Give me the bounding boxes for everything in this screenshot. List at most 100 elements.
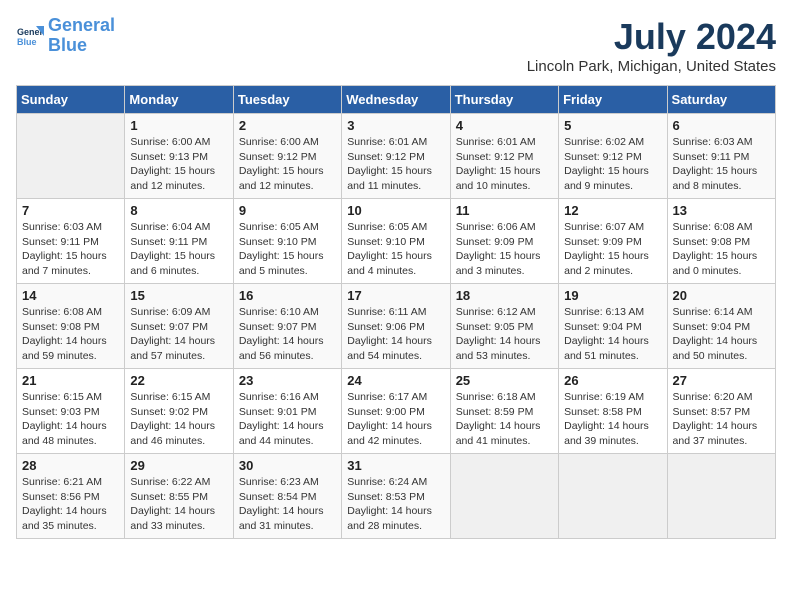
calendar-cell: [667, 454, 775, 539]
calendar-cell: 9 Sunrise: 6:05 AM Sunset: 9:10 PM Daylig…: [233, 199, 341, 284]
day-info: Sunrise: 6:01 AM Sunset: 9:12 PM Dayligh…: [456, 135, 553, 194]
calendar-cell: 6Sunrise: 6:03 AM Sunset: 9:11 PM Daylig…: [667, 114, 775, 199]
calendar-cell: 24Sunrise: 6:17 AM Sunset: 9:00 PM Dayli…: [342, 369, 450, 454]
calendar-cell: 31 Sunrise: 6:24 AM Sunset: 8:53 PM Dayli…: [342, 454, 450, 539]
month-title: July 2024: [527, 16, 776, 58]
page-header: General Blue GeneralBlue July 2024 Linco…: [16, 16, 776, 75]
day-number: 27: [673, 373, 770, 388]
day-info: Sunrise: 6:14 AM Sunset: 9:04 PM Dayligh…: [673, 305, 770, 364]
day-number: 5: [564, 118, 661, 133]
day-info: Sunrise: 6:12 AM Sunset: 9:05 PM Dayligh…: [456, 305, 553, 364]
day-info: Sunrise: 6:18 AM Sunset: 8:59 PM Dayligh…: [456, 390, 553, 449]
calendar-cell: [450, 454, 558, 539]
day-info: Sunrise: 6:09 AM Sunset: 9:07 PM Dayligh…: [130, 305, 227, 364]
day-number: 17: [347, 288, 444, 303]
calendar-table: SundayMondayTuesdayWednesdayThursdayFrid…: [16, 85, 776, 539]
calendar-cell: 21Sunrise: 6:15 AM Sunset: 9:03 PM Dayli…: [17, 369, 125, 454]
day-number: 31: [347, 458, 444, 473]
calendar-cell: 19 Sunrise: 6:13 AM Sunset: 9:04 PM Dayli…: [559, 284, 667, 369]
day-info: Sunrise: 6:05 AM Sunset: 9:10 PM Dayligh…: [239, 220, 336, 279]
day-info: Sunrise: 6:01 AM Sunset: 9:12 PM Dayligh…: [347, 135, 444, 194]
calendar-cell: 7 Sunrise: 6:03 AM Sunset: 9:11 PM Daylig…: [17, 199, 125, 284]
calendar-cell: 26 Sunrise: 6:19 AM Sunset: 8:58 PM Dayli…: [559, 369, 667, 454]
logo: General Blue GeneralBlue: [16, 16, 115, 56]
calendar-cell: 10 Sunrise: 6:05 AM Sunset: 9:10 PM Dayli…: [342, 199, 450, 284]
day-info: Sunrise: 6:19 AM Sunset: 8:58 PM Dayligh…: [564, 390, 661, 449]
day-info: Sunrise: 6:03 AM Sunset: 9:11 PM Dayligh…: [22, 220, 119, 279]
header-day-friday: Friday: [559, 86, 667, 114]
day-info: Sunrise: 6:22 AM Sunset: 8:55 PM Dayligh…: [130, 475, 227, 534]
day-info: Sunrise: 6:05 AM Sunset: 9:10 PM Dayligh…: [347, 220, 444, 279]
day-number: 8: [130, 203, 227, 218]
day-info: Sunrise: 6:17 AM Sunset: 9:00 PM Dayligh…: [347, 390, 444, 449]
day-number: 30: [239, 458, 336, 473]
calendar-cell: 2 Sunrise: 6:00 AM Sunset: 9:12 PM Daylig…: [233, 114, 341, 199]
day-number: 1: [130, 118, 227, 133]
day-info: Sunrise: 6:20 AM Sunset: 8:57 PM Dayligh…: [673, 390, 770, 449]
day-number: 28: [22, 458, 119, 473]
calendar-cell: 18Sunrise: 6:12 AM Sunset: 9:05 PM Dayli…: [450, 284, 558, 369]
calendar-cell: 27 Sunrise: 6:20 AM Sunset: 8:57 PM Dayli…: [667, 369, 775, 454]
day-number: 10: [347, 203, 444, 218]
week-row-3: 14 Sunrise: 6:08 AM Sunset: 9:08 PM Dayli…: [17, 284, 776, 369]
calendar-cell: 20 Sunrise: 6:14 AM Sunset: 9:04 PM Dayli…: [667, 284, 775, 369]
calendar-cell: 11Sunrise: 6:06 AM Sunset: 9:09 PM Dayli…: [450, 199, 558, 284]
day-info: Sunrise: 6:10 AM Sunset: 9:07 PM Dayligh…: [239, 305, 336, 364]
day-info: Sunrise: 6:11 AM Sunset: 9:06 PM Dayligh…: [347, 305, 444, 364]
day-number: 19: [564, 288, 661, 303]
week-row-1: 1 Sunrise: 6:00 AM Sunset: 9:13 PM Daylig…: [17, 114, 776, 199]
calendar-cell: 30Sunrise: 6:23 AM Sunset: 8:54 PM Dayli…: [233, 454, 341, 539]
calendar-cell: 23Sunrise: 6:16 AM Sunset: 9:01 PM Dayli…: [233, 369, 341, 454]
day-number: 15: [130, 288, 227, 303]
day-info: Sunrise: 6:13 AM Sunset: 9:04 PM Dayligh…: [564, 305, 661, 364]
calendar-cell: 28Sunrise: 6:21 AM Sunset: 8:56 PM Dayli…: [17, 454, 125, 539]
day-number: 12: [564, 203, 661, 218]
calendar-cell: 1 Sunrise: 6:00 AM Sunset: 9:13 PM Daylig…: [125, 114, 233, 199]
header-day-tuesday: Tuesday: [233, 86, 341, 114]
day-number: 13: [673, 203, 770, 218]
day-number: 25: [456, 373, 553, 388]
day-info: Sunrise: 6:15 AM Sunset: 9:02 PM Dayligh…: [130, 390, 227, 449]
calendar-cell: [17, 114, 125, 199]
calendar-cell: 22 Sunrise: 6:15 AM Sunset: 9:02 PM Dayli…: [125, 369, 233, 454]
header-day-saturday: Saturday: [667, 86, 775, 114]
calendar-header-row: SundayMondayTuesdayWednesdayThursdayFrid…: [17, 86, 776, 114]
week-row-2: 7 Sunrise: 6:03 AM Sunset: 9:11 PM Daylig…: [17, 199, 776, 284]
day-number: 9: [239, 203, 336, 218]
calendar-cell: 15 Sunrise: 6:09 AM Sunset: 9:07 PM Dayli…: [125, 284, 233, 369]
day-number: 4: [456, 118, 553, 133]
day-info: Sunrise: 6:00 AM Sunset: 9:13 PM Dayligh…: [130, 135, 227, 194]
calendar-cell: 17 Sunrise: 6:11 AM Sunset: 9:06 PM Dayli…: [342, 284, 450, 369]
location: Lincoln Park, Michigan, United States: [527, 58, 776, 75]
header-day-thursday: Thursday: [450, 86, 558, 114]
calendar-cell: 8 Sunrise: 6:04 AM Sunset: 9:11 PM Daylig…: [125, 199, 233, 284]
day-info: Sunrise: 6:24 AM Sunset: 8:53 PM Dayligh…: [347, 475, 444, 534]
day-number: 23: [239, 373, 336, 388]
calendar-cell: [559, 454, 667, 539]
day-number: 3: [347, 118, 444, 133]
calendar-cell: 13Sunrise: 6:08 AM Sunset: 9:08 PM Dayli…: [667, 199, 775, 284]
day-number: 14: [22, 288, 119, 303]
day-info: Sunrise: 6:00 AM Sunset: 9:12 PM Dayligh…: [239, 135, 336, 194]
day-number: 7: [22, 203, 119, 218]
svg-text:Blue: Blue: [17, 37, 37, 47]
day-number: 20: [673, 288, 770, 303]
day-number: 6: [673, 118, 770, 133]
week-row-4: 21Sunrise: 6:15 AM Sunset: 9:03 PM Dayli…: [17, 369, 776, 454]
header-day-sunday: Sunday: [17, 86, 125, 114]
week-row-5: 28Sunrise: 6:21 AM Sunset: 8:56 PM Dayli…: [17, 454, 776, 539]
day-number: 11: [456, 203, 553, 218]
day-info: Sunrise: 6:08 AM Sunset: 9:08 PM Dayligh…: [22, 305, 119, 364]
calendar-cell: 29 Sunrise: 6:22 AM Sunset: 8:55 PM Dayli…: [125, 454, 233, 539]
calendar-cell: 16Sunrise: 6:10 AM Sunset: 9:07 PM Dayli…: [233, 284, 341, 369]
calendar-cell: 14 Sunrise: 6:08 AM Sunset: 9:08 PM Dayli…: [17, 284, 125, 369]
day-number: 29: [130, 458, 227, 473]
day-number: 26: [564, 373, 661, 388]
title-block: July 2024 Lincoln Park, Michigan, United…: [527, 16, 776, 75]
day-number: 2: [239, 118, 336, 133]
day-number: 22: [130, 373, 227, 388]
header-day-monday: Monday: [125, 86, 233, 114]
day-info: Sunrise: 6:07 AM Sunset: 9:09 PM Dayligh…: [564, 220, 661, 279]
calendar-cell: 5Sunrise: 6:02 AM Sunset: 9:12 PM Daylig…: [559, 114, 667, 199]
day-info: Sunrise: 6:04 AM Sunset: 9:11 PM Dayligh…: [130, 220, 227, 279]
